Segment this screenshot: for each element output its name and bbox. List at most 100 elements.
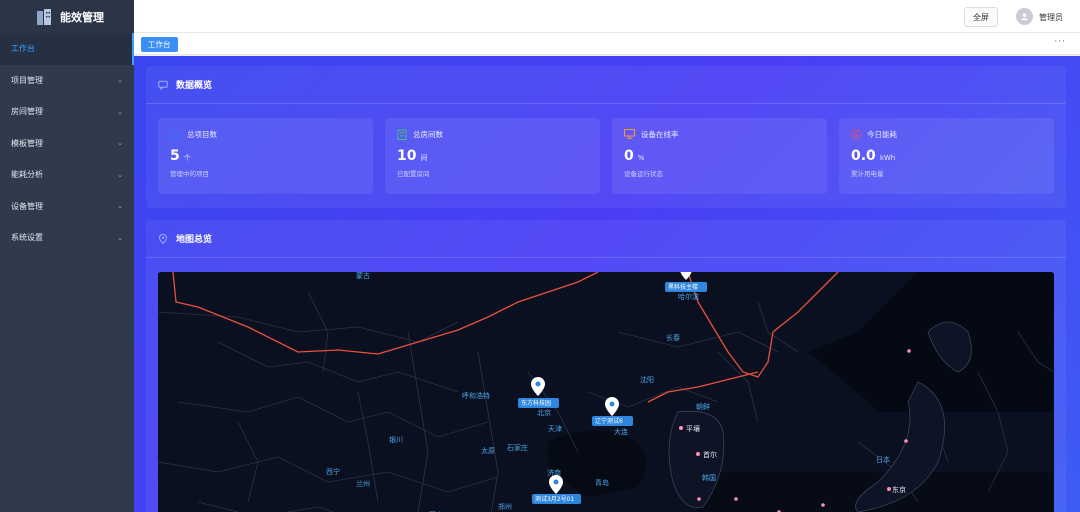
stat-value: 5 [170, 148, 180, 164]
chevron-down-icon: ⌄ [117, 76, 123, 85]
city-label: 青岛 [595, 478, 609, 487]
sidebar: 能效管理 工作台 项目管理 ⌄ 房间管理 ⌄ 模板管理 ⌄ 能耗分析 ⌄ 设备管… [0, 0, 134, 512]
marker-label: 辽宁测试6 [595, 417, 623, 425]
overview-title: 数据概览 [176, 81, 213, 91]
stat-card-energy-today: 今日能耗 0.0 kWh 累计用电量 [839, 118, 1054, 194]
sidebar-item-label: 能耗分析 [11, 170, 43, 180]
city-label: 长春 [666, 333, 680, 342]
stats-row: 总项目数 5 个 管理中的项目 总房间数 10 间 已配置房间 设备在线率 0 … [158, 118, 1054, 194]
city-dot [697, 497, 701, 501]
bolt-icon [851, 129, 861, 139]
sidebar-item-settings[interactable]: 系统设置 ⌄ [0, 222, 134, 254]
city-dot [904, 439, 908, 443]
sidebar-item-label: 模板管理 [11, 138, 43, 148]
sidebar-item-label: 项目管理 [11, 75, 43, 85]
sidebar-item-projects[interactable]: 项目管理 ⌄ [0, 65, 134, 97]
city-dot [679, 426, 683, 430]
city-dot [696, 452, 700, 456]
city-label: 日本 [876, 455, 890, 464]
chevron-down-icon: ⌄ [117, 107, 123, 116]
stat-unit: 间 [420, 154, 428, 162]
brand-title: 能效管理 [60, 10, 104, 24]
overview-panel: 数据概览 总项目数 5 个 管理中的项目 总房间数 10 间 已配置房间 设备在… [146, 66, 1066, 208]
city-label: 呼和浩特 [462, 391, 490, 400]
stat-desc: 已配置房间 [397, 170, 430, 178]
tab-more-button[interactable]: ··· [1054, 37, 1066, 47]
tab-workbench[interactable]: 工作台 [141, 37, 178, 52]
brand: 能效管理 [0, 0, 134, 33]
chevron-down-icon: ⌄ [117, 139, 123, 148]
marker-label: 东方科技园 [521, 399, 551, 407]
city-dot [821, 503, 825, 507]
tab-bar: 工作台 ··· [134, 33, 1080, 55]
marker-label: 测试3月2号01 [535, 495, 574, 503]
user-icon [1021, 13, 1028, 21]
stat-label: 今日能耗 [867, 129, 897, 139]
city-label: 沈阳 [640, 375, 654, 384]
stat-label: 总房间数 [413, 129, 443, 139]
marker-label: 黑科技主楼 [668, 283, 698, 291]
stat-label: 设备在线率 [641, 129, 679, 139]
map-header: 地图总览 [146, 220, 1066, 258]
map-panel: 地图总览 蒙古 哈尔滨 长春 沈阳 呼和浩特 北京 天津 大连 银川 太原 石家… [146, 220, 1066, 512]
city-dot [887, 487, 891, 491]
fullscreen-button[interactable]: 全屏 [964, 7, 998, 27]
overview-header: 数据概览 [146, 66, 1066, 104]
chevron-down-icon: ⌄ [117, 233, 123, 242]
chat-icon [158, 80, 168, 90]
city-label: 西宁 [326, 467, 340, 476]
sidebar-item-workbench[interactable]: 工作台 [0, 33, 134, 65]
building-logo-icon [37, 9, 51, 25]
sidebar-item-label: 工作台 [11, 44, 35, 54]
stat-unit: % [637, 154, 645, 162]
stat-desc: 累计用电量 [851, 170, 884, 178]
chevron-down-icon: ⌄ [117, 202, 123, 211]
city-label: 天津 [548, 425, 562, 433]
stat-value: 10 [397, 148, 417, 164]
stat-card-device-online: 设备在线率 0 % 设备运行状态 [612, 118, 827, 194]
sidebar-item-energy-analysis[interactable]: 能耗分析 ⌄ [0, 159, 134, 191]
city-label: 北京 [537, 408, 551, 417]
map-svg[interactable]: 蒙古 哈尔滨 长春 沈阳 呼和浩特 北京 天津 大连 银川 太原 石家庄 济南 … [158, 272, 1054, 512]
stat-unit: 个 [183, 154, 191, 162]
topbar: 全屏 管理员 [134, 0, 1080, 33]
city-label: 银川 [389, 435, 403, 444]
city-dot [734, 497, 738, 501]
sidebar-item-label: 系统设置 [11, 233, 43, 243]
monitor-icon [624, 129, 635, 139]
stat-value: 0 [624, 148, 634, 164]
stat-card-projects: 总项目数 5 个 管理中的项目 [158, 118, 373, 194]
city-label: 石家庄 [507, 443, 528, 452]
map-title: 地图总览 [176, 235, 213, 245]
city-dot [907, 349, 911, 353]
sidebar-item-label: 设备管理 [11, 201, 43, 211]
folder-icon [170, 130, 181, 139]
sidebar-item-devices[interactable]: 设备管理 ⌄ [0, 191, 134, 223]
stat-unit: kWh [879, 154, 896, 162]
city-label: 东京 [892, 485, 906, 494]
city-label: 首尔 [703, 450, 717, 459]
user-name[interactable]: 管理员 [1039, 12, 1063, 23]
stat-label: 总项目数 [187, 129, 217, 139]
city-label: 韩国 [702, 473, 716, 482]
city-label: 太原 [481, 446, 495, 455]
city-label: 哈尔滨 [678, 292, 699, 301]
city-label: 兰州 [356, 479, 370, 488]
city-label: 朝鲜 [696, 402, 710, 411]
sidebar-item-rooms[interactable]: 房间管理 ⌄ [0, 96, 134, 128]
building-icon [397, 129, 407, 140]
city-label: 蒙古 [356, 272, 370, 280]
stat-card-rooms: 总房间数 10 间 已配置房间 [385, 118, 600, 194]
main-content: 数据概览 总项目数 5 个 管理中的项目 总房间数 10 间 已配置房间 设备在… [134, 56, 1080, 512]
city-label: 郑州 [498, 503, 512, 511]
sidebar-item-templates[interactable]: 模板管理 ⌄ [0, 128, 134, 160]
stat-value: 0.0 [851, 148, 876, 164]
chevron-down-icon: ⌄ [117, 170, 123, 179]
avatar[interactable] [1016, 8, 1033, 25]
map-canvas[interactable]: 蒙古 哈尔滨 长春 沈阳 呼和浩特 北京 天津 大连 银川 太原 石家庄 济南 … [158, 272, 1054, 512]
location-pin-icon [158, 233, 168, 244]
sidebar-item-label: 房间管理 [11, 107, 43, 117]
city-label: 平壤 [686, 424, 700, 433]
city-label: 大连 [614, 427, 628, 436]
stat-desc: 管理中的项目 [170, 170, 209, 178]
